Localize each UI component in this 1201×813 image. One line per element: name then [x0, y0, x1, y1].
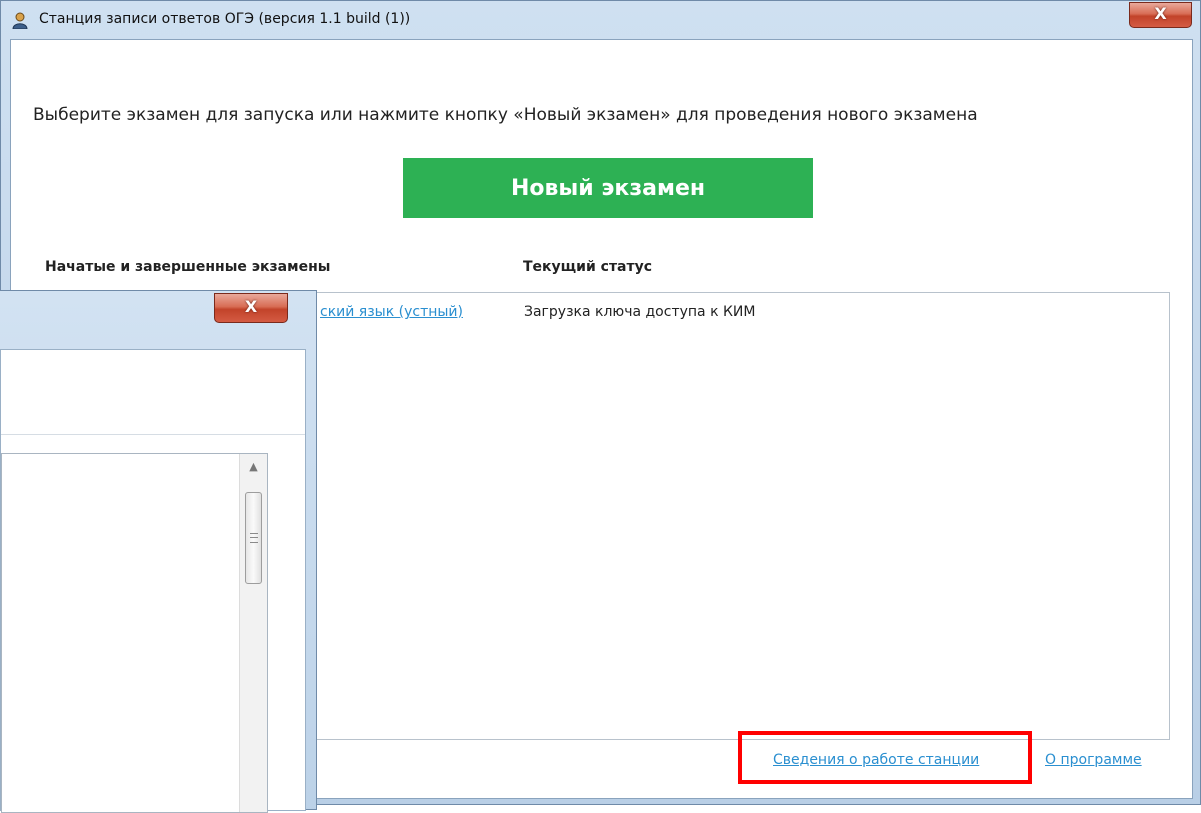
- scroll-thumb[interactable]: [245, 492, 262, 584]
- dialog-header-area: [1, 350, 305, 435]
- about-link[interactable]: О программе: [1045, 752, 1142, 768]
- close-icon: X: [244, 297, 258, 316]
- chevron-up-icon[interactable]: ▲: [240, 454, 267, 480]
- dialog-content: ▲: [0, 349, 306, 813]
- close-window-button[interactable]: X: [1129, 2, 1192, 28]
- vertical-scrollbar[interactable]: ▲: [239, 454, 267, 812]
- status-column-header: Текущий статус: [523, 259, 653, 275]
- exams-column-header: Начатые и завершенные экзамены: [45, 259, 331, 275]
- instruction-text: Выберите экзамен для запуска или нажмите…: [33, 105, 978, 125]
- exam-link[interactable]: ский язык (устный): [320, 304, 463, 320]
- window-title: Станция записи ответов ОГЭ (версия 1.1 b…: [39, 11, 411, 27]
- highlight-frame: [738, 731, 1032, 784]
- dialog-close-button[interactable]: X: [214, 293, 288, 323]
- exam-status: Загрузка ключа доступа к КИМ: [524, 304, 756, 320]
- title-bar[interactable]: Станция записи ответов ОГЭ (версия 1.1 b…: [1, 1, 1200, 39]
- grip-icon: [250, 533, 258, 543]
- close-icon: X: [1154, 4, 1167, 23]
- dialog-log-textarea[interactable]: ▲: [1, 453, 268, 813]
- new-exam-button[interactable]: Новый экзамен: [403, 158, 813, 218]
- dialog-window: X ▲: [0, 290, 317, 813]
- user-avatar-icon: [12, 12, 28, 29]
